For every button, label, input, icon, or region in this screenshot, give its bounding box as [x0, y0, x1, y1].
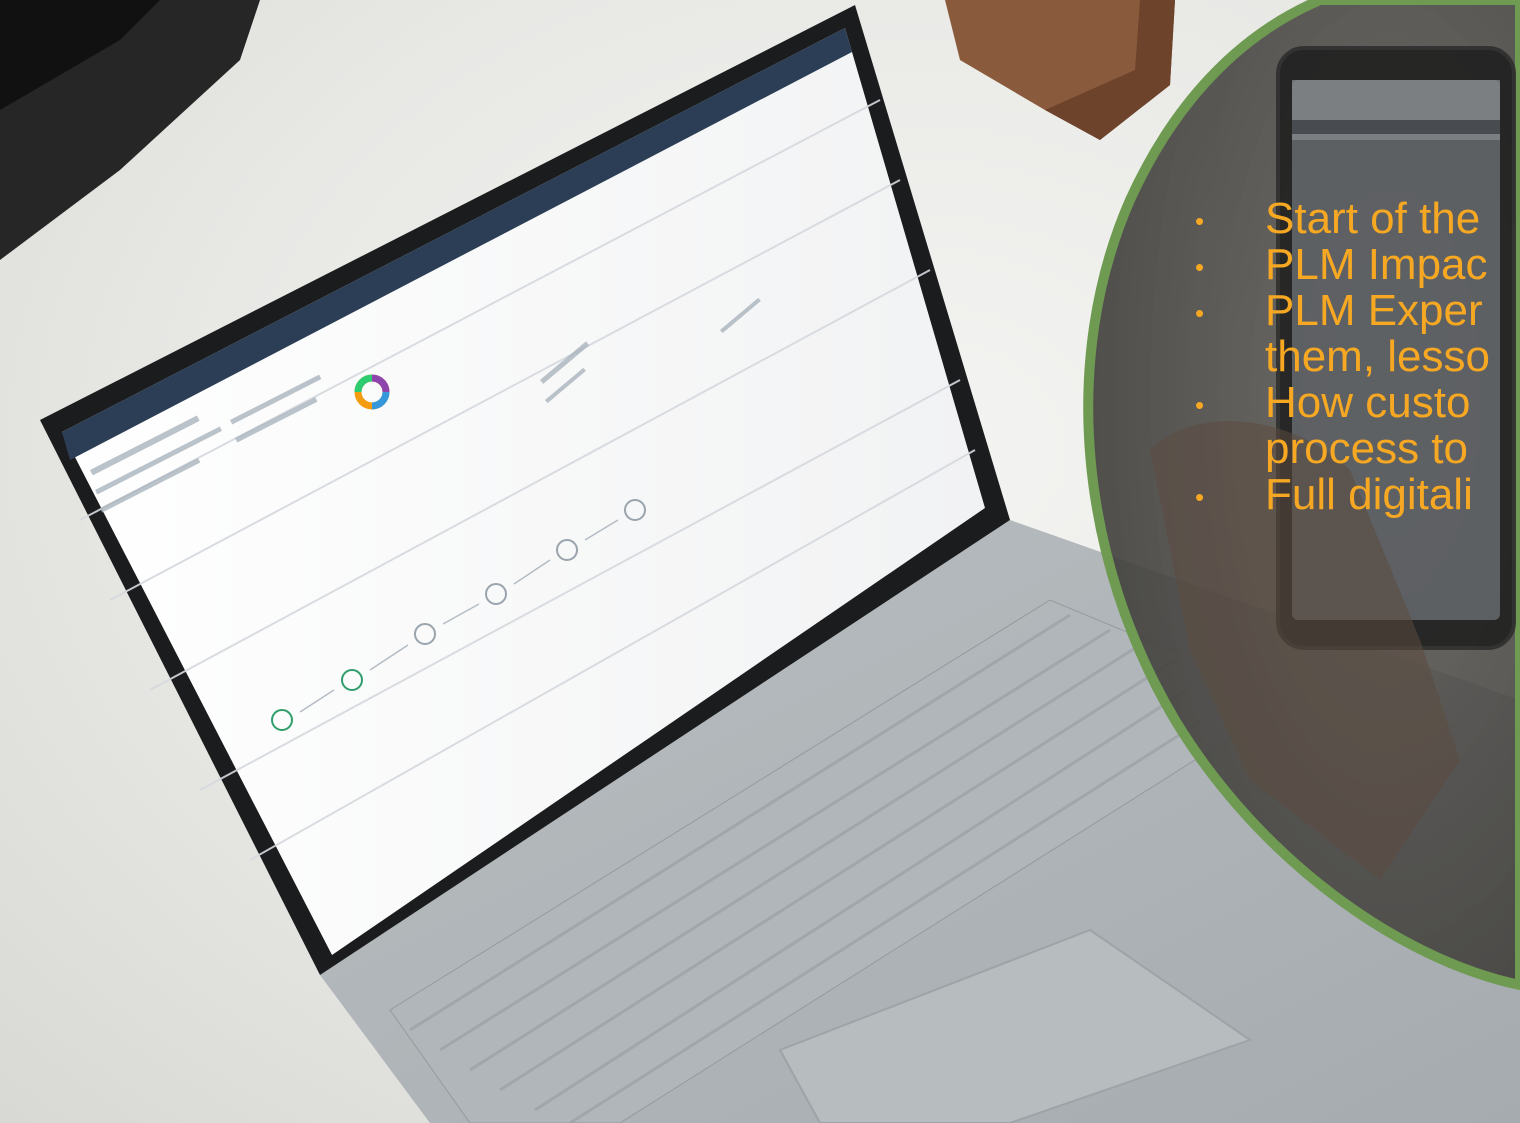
laptop-photo — [0, 0, 1520, 1123]
bullet-dot: • — [1195, 252, 1205, 282]
bullet-dot: • — [1195, 482, 1205, 512]
bullet-item: • How custo process to — [1195, 380, 1520, 472]
bullet-text-continued: them, lesso — [1265, 332, 1490, 381]
bullet-text: How custo — [1265, 378, 1471, 427]
bullet-dot: • — [1195, 206, 1205, 236]
bullet-text: PLM Exper — [1265, 286, 1483, 335]
photo-scene: • Start of the • PLM Impac • PLM Exper t… — [0, 0, 1520, 1123]
bullet-text: PLM Impac — [1265, 240, 1488, 289]
bullet-dot: • — [1195, 298, 1205, 328]
bullet-dot: • — [1195, 390, 1205, 420]
bullet-item: • Full digitali — [1195, 472, 1520, 518]
bullet-text-continued: process to — [1265, 424, 1468, 473]
bullet-text: Full digitali — [1265, 470, 1473, 519]
bullet-item: • Start of the — [1195, 196, 1520, 242]
bullet-item: • PLM Impac — [1195, 242, 1520, 288]
bullet-text: Start of the — [1265, 194, 1481, 243]
bullet-item: • PLM Exper them, lesso — [1195, 288, 1520, 380]
bullet-list: • Start of the • PLM Impac • PLM Exper t… — [1195, 196, 1520, 518]
